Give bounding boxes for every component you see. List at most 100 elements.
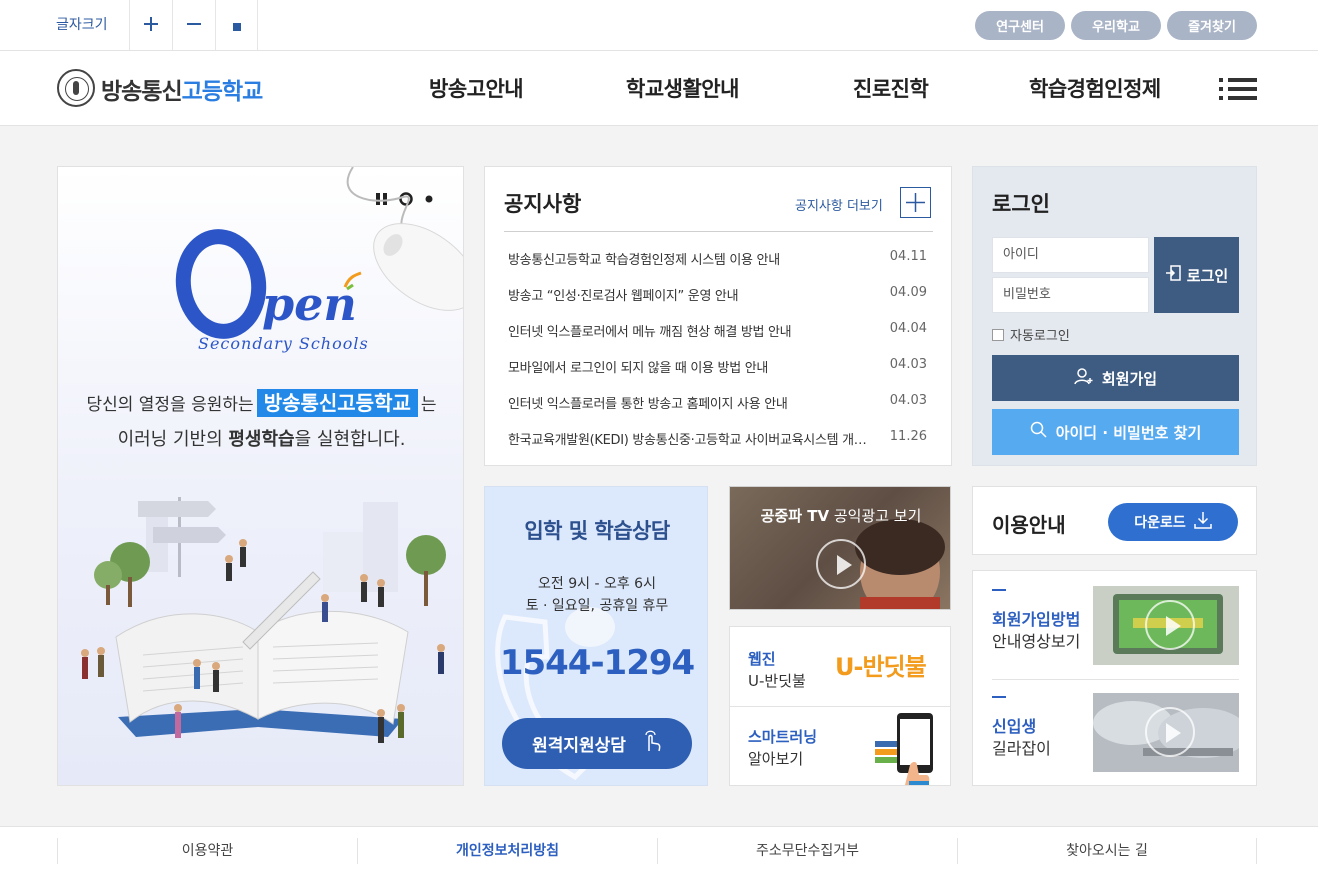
minus-icon (187, 16, 201, 35)
signup-video-thumbnail[interactable] (1093, 586, 1239, 665)
banner-slogan-line1: 당신의 열정을 응원하는 방송통신고등학교 는 (58, 387, 463, 417)
notice-item[interactable]: 인터넷 익스플로러를 통한 방송고 홈페이지 사용 안내 04.03 (508, 393, 931, 413)
notice-title: 공지사항 (504, 192, 582, 216)
dash-decoration (992, 589, 1006, 591)
play-icon[interactable] (816, 539, 866, 589)
password-input[interactable]: 비밀번호 (992, 277, 1149, 313)
footer-email-refusal-link[interactable]: 주소무단수집거부 (657, 838, 957, 864)
notice-more-plus-icon[interactable] (900, 187, 931, 218)
play-icon[interactable] (1145, 707, 1195, 757)
user-plus-icon (1074, 367, 1094, 389)
footer: 이용약관 개인정보처리방침 주소무단수집거부 찾아오시는 길 (0, 826, 1318, 873)
tv-ad-label: 공중파 TV 공익광고 보기 (730, 505, 950, 526)
login-door-icon (1165, 264, 1183, 286)
leaf-icon (343, 271, 363, 295)
usage-guide-title: 이용안내 (992, 513, 1066, 537)
font-size-decrease-button[interactable] (172, 0, 215, 50)
notice-item[interactable]: 방송고 “인성·진로검사 웹페이지” 운영 안내 04.09 (508, 285, 931, 305)
webzine-label[interactable]: 웹진 (748, 648, 776, 669)
notice-item-title[interactable]: 방송고 “인성·진로검사 웹페이지” 운영 안내 (508, 285, 868, 304)
bookmark-link[interactable]: 즐겨찾기 (1167, 11, 1257, 40)
freshman-video-thumbnail[interactable] (1093, 693, 1239, 772)
footer-directions-link[interactable]: 찾아오시는 길 (957, 838, 1257, 864)
notice-item-date: 04.03 (889, 393, 927, 408)
find-label: 아이디 · 비밀번호 찾기 (1055, 423, 1202, 442)
main-banner[interactable]: pen Secondary Schools 당신의 열정을 응원하는 방송통신고등… (57, 166, 464, 786)
tv-ad-video[interactable]: 공중파 TV 공익광고 보기 (729, 486, 951, 610)
notice-more-link[interactable]: 공지사항 더보기 (795, 195, 883, 214)
site-logo[interactable]: 방송통신고등학교 (101, 72, 264, 106)
u-bandi-logo[interactable]: U-반딧불 (835, 647, 927, 682)
our-school-link[interactable]: 우리학교 (1071, 11, 1161, 40)
signup-label: 회원가입 (1101, 369, 1158, 388)
square-icon (232, 16, 241, 35)
notice-item-title[interactable]: 인터넷 익스플로러에서 메뉴 깨짐 현상 해결 방법 안내 (508, 321, 868, 340)
slogan-text: 을 실현합니다. (294, 429, 406, 450)
auto-login-checkbox[interactable]: 자동로그인 (992, 325, 1070, 344)
phone-number[interactable]: 1544-1294 (485, 643, 707, 683)
logo-text-part1: 방송통신 (101, 79, 183, 105)
slogan-bold: 평생학습 (228, 429, 295, 450)
id-input[interactable]: 아이디 (992, 237, 1149, 273)
divider (504, 231, 933, 232)
login-button[interactable]: 로그인 (1154, 237, 1239, 313)
hours-line2: 토 · 일요일, 공휴일 휴무 (525, 598, 669, 614)
smart-learning-label[interactable]: 스마트러닝 (748, 726, 817, 747)
notice-item[interactable]: 모바일에서 로그인이 되지 않을 때 이용 방법 안내 04.03 (508, 357, 931, 377)
notice-item[interactable]: 인터넷 익스플로러에서 메뉴 깨짐 현상 해결 방법 안내 04.04 (508, 321, 931, 341)
usage-guide-panel: 이용안내 다운로드 (972, 486, 1257, 555)
consultation-hours: 오전 9시 - 오후 6시 토 · 일요일, 공휴일 휴무 (485, 573, 707, 617)
notice-item[interactable]: 한국교육개발원(KEDI) 방송통신중·고등학교 사이버교육시스템 개인정보 처… (508, 429, 931, 449)
school-emblem-icon[interactable] (57, 69, 95, 107)
font-size-label: 글자크기 (56, 17, 108, 33)
research-center-link[interactable]: 연구센터 (975, 11, 1065, 40)
hamburger-menu-icon[interactable] (1219, 78, 1257, 100)
remote-support-button[interactable]: 원격지원상담 (502, 718, 692, 769)
site-header: 방송통신고등학교 방송고안내 학교생활안내 진로진학 학습경험인정제 (0, 51, 1318, 126)
hand-touch-icon (642, 729, 662, 758)
guide-video-panel: 회원가입방법 안내영상보기 신입생 길라잡이 (972, 570, 1257, 786)
nav-career[interactable]: 진로진학 (853, 73, 929, 103)
slogan-highlight: 방송통신고등학교 (256, 389, 418, 417)
footer-terms-link[interactable]: 이용약관 (57, 838, 357, 864)
nav-school-life-info[interactable]: 학교생활안내 (626, 73, 739, 103)
notice-item-title[interactable]: 인터넷 익스플로러를 통한 방송고 홈페이지 사용 안내 (508, 393, 868, 412)
dash-decoration (992, 696, 1006, 698)
notice-item-date: 04.03 (889, 357, 927, 372)
footer-privacy-link[interactable]: 개인정보처리방침 (357, 838, 657, 864)
smartphone-icon[interactable] (875, 713, 941, 789)
plus-icon (144, 16, 158, 35)
webzine-name[interactable]: U-반딧불 (748, 670, 806, 691)
slogan-text: 이러닝 기반의 (117, 429, 229, 450)
font-size-reset-button[interactable] (215, 0, 258, 50)
notice-item-title[interactable]: 방송통신고등학교 학습경험인정제 시스템 이용 안내 (508, 249, 868, 268)
nav-learning-experience[interactable]: 학습경험인정제 (1029, 73, 1161, 103)
notice-item[interactable]: 방송통신고등학교 학습경험인정제 시스템 이용 안내 04.11 (508, 249, 931, 269)
logo-text-part2: 고등학교 (181, 79, 264, 105)
download-button[interactable]: 다운로드 (1108, 503, 1238, 541)
notice-item-title[interactable]: 모바일에서 로그인이 되지 않을 때 이용 방법 안내 (508, 357, 868, 376)
font-size-increase-button[interactable] (129, 0, 172, 50)
video-subtitle[interactable]: 안내영상보기 (992, 628, 1080, 652)
tv-label-rest: 공익광고 보기 (829, 507, 922, 525)
play-icon[interactable] (1145, 600, 1195, 650)
video-title[interactable]: 회원가입방법 (992, 606, 1080, 630)
open-logo-letter (168, 223, 274, 345)
webzine-panel: 웹진 U-반딧불 U-반딧불 스마트러닝 알아보기 (729, 626, 951, 786)
search-icon (1030, 421, 1048, 443)
smart-learning-sub[interactable]: 알아보기 (748, 748, 803, 769)
utility-bar: 글자크기 연구센터 우리학교 즐겨찾기 (0, 0, 1318, 51)
slogan-text: 당신의 열정을 응원하는 (86, 395, 254, 415)
notice-item-title[interactable]: 한국교육개발원(KEDI) 방송통신중·고등학교 사이버교육시스템 개인정보 처… (508, 429, 868, 448)
remote-support-label: 원격지원상담 (532, 736, 626, 756)
checkbox-icon[interactable] (992, 328, 1004, 341)
notice-item-date: 04.04 (889, 321, 927, 336)
signup-button[interactable]: 회원가입 (992, 355, 1239, 401)
video-title[interactable]: 신입생 (992, 713, 1036, 737)
video-subtitle[interactable]: 길라잡이 (992, 735, 1051, 759)
nav-broadcast-school-info[interactable]: 방송고안내 (429, 73, 524, 103)
find-id-password-button[interactable]: 아이디 · 비밀번호 찾기 (992, 409, 1239, 455)
slogan-text: 는 (420, 395, 437, 415)
notice-item-date: 04.09 (889, 285, 927, 300)
book-illustration (58, 487, 463, 785)
